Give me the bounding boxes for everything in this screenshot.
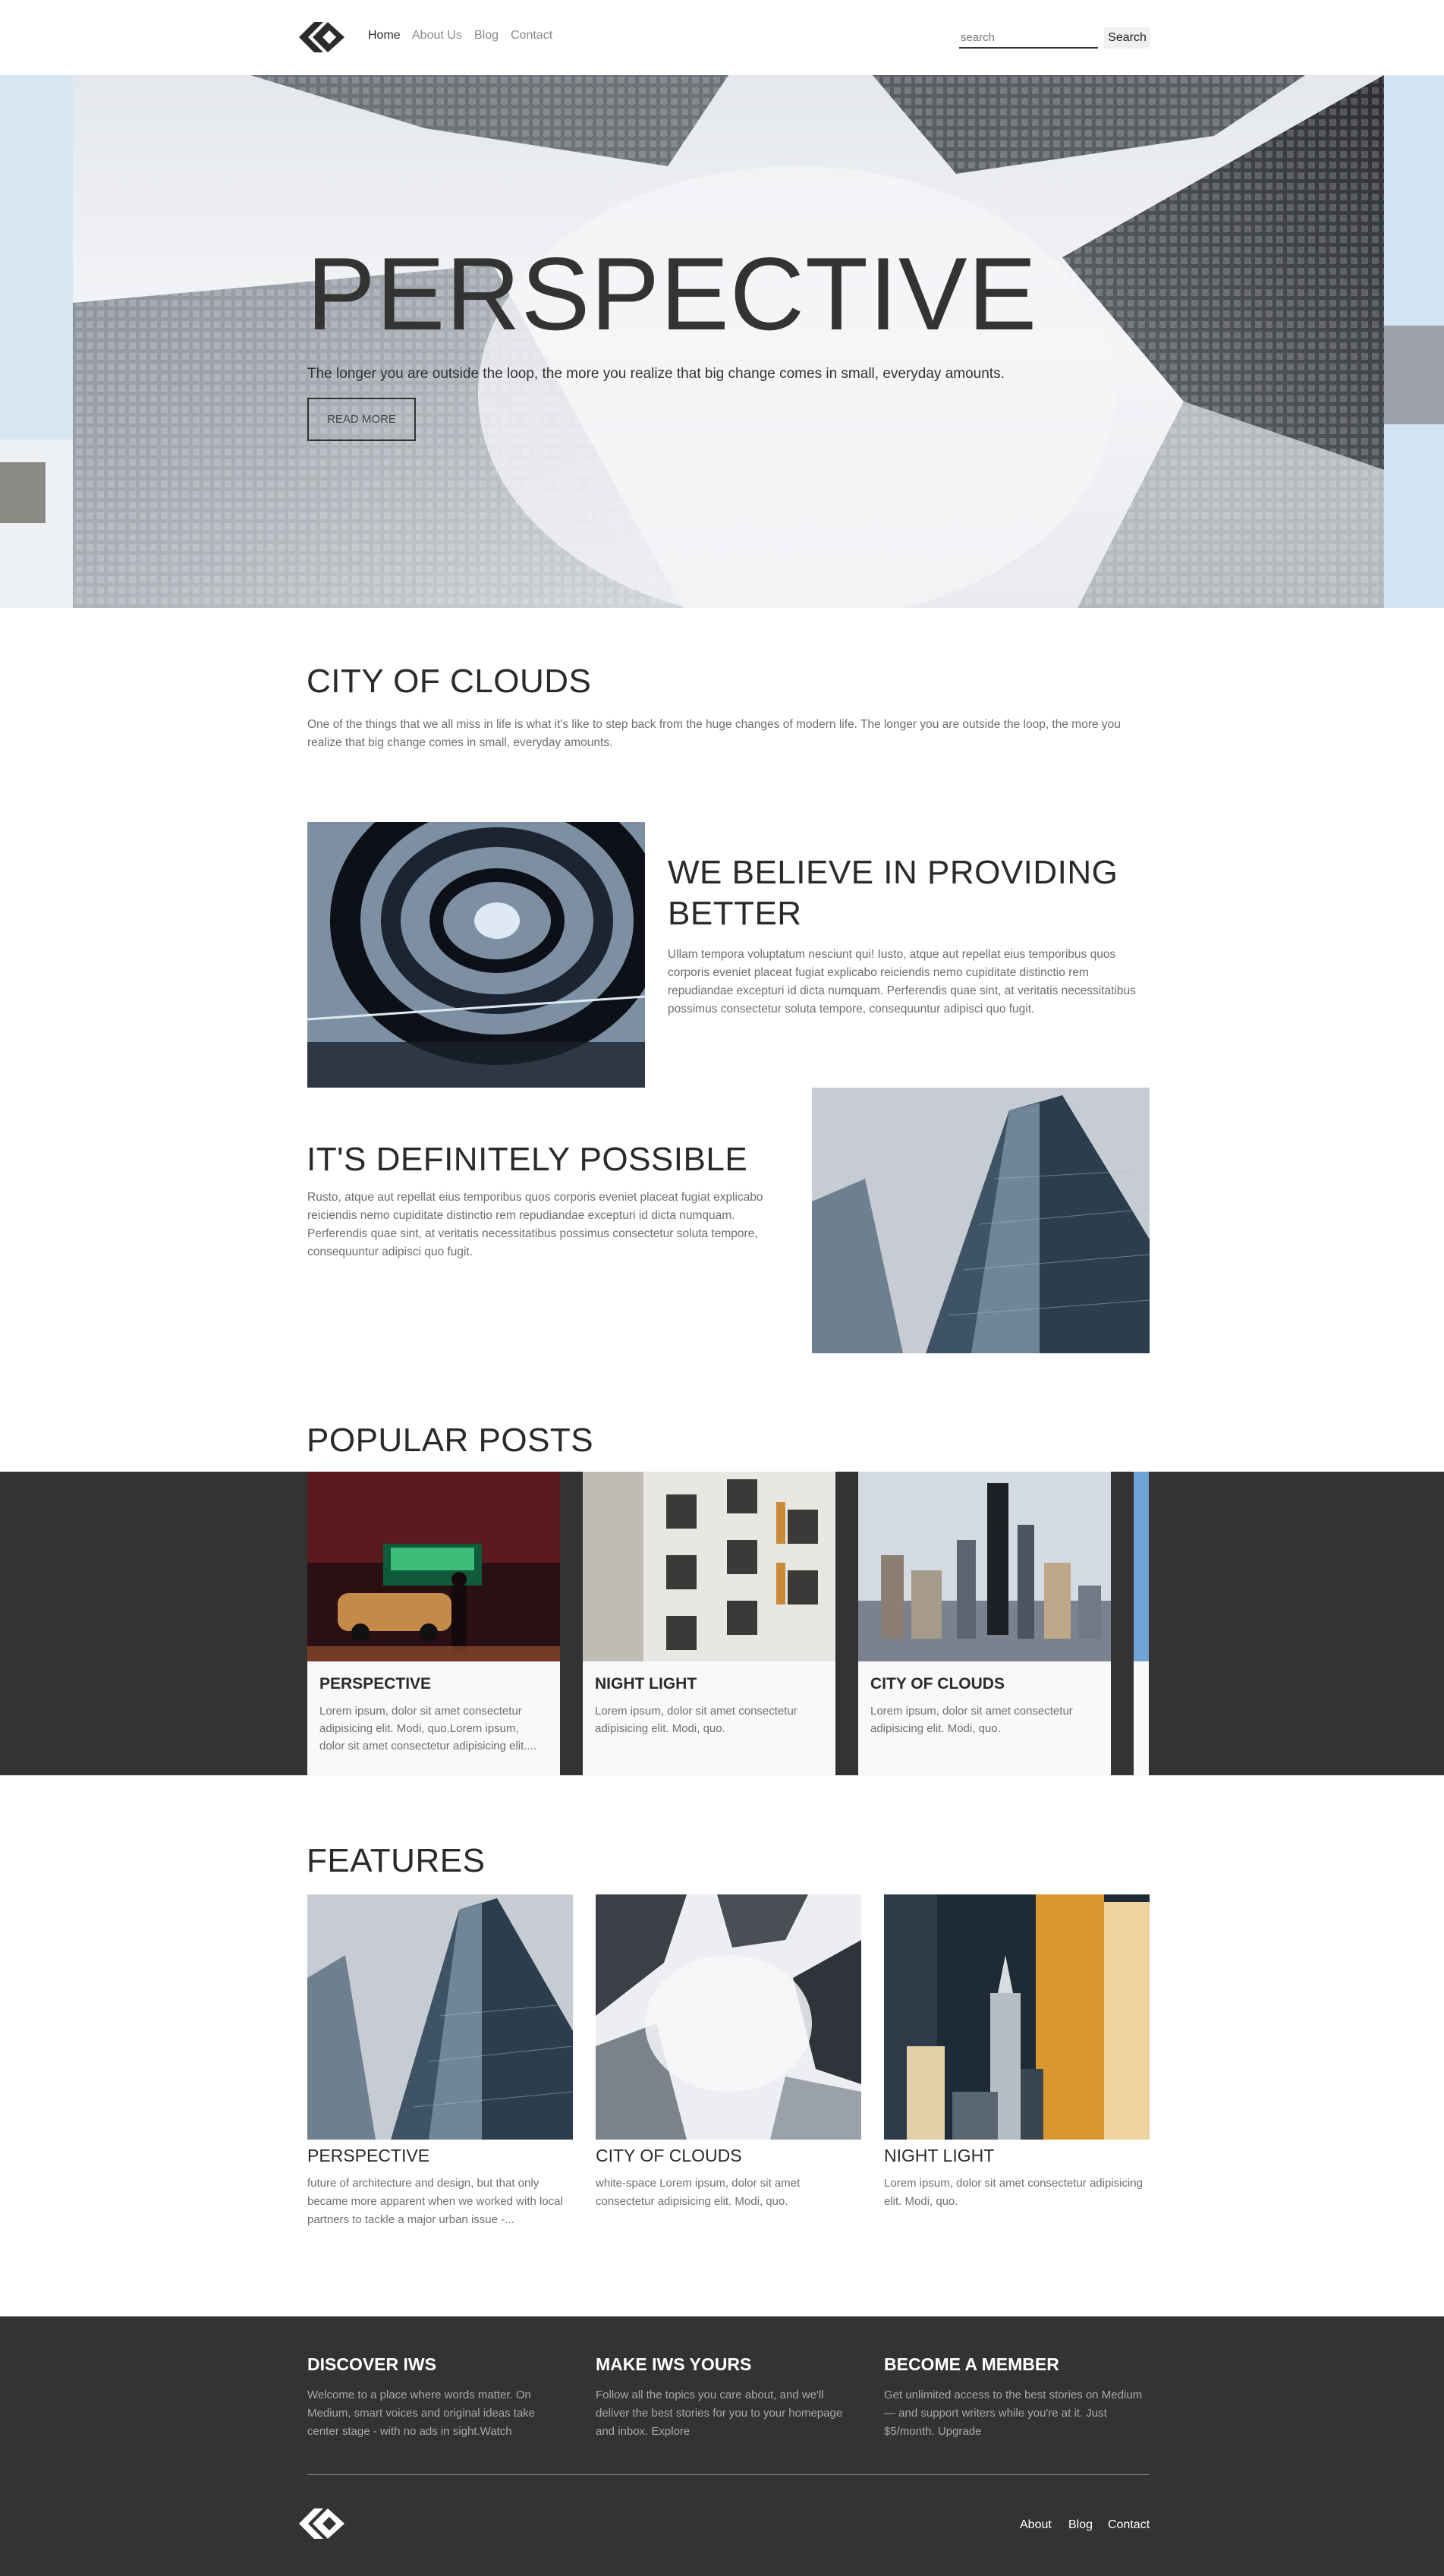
footer-logo-icon[interactable] xyxy=(299,2506,344,2541)
hero-subtitle: The longer you are outside the loop, the… xyxy=(307,366,1005,382)
search-input[interactable] xyxy=(959,27,1098,49)
footer-contact-link[interactable]: Contact xyxy=(1108,2518,1150,2532)
brand-logo-icon[interactable] xyxy=(299,20,344,55)
believe-section-title: WE BELIEVE IN PROVIDING BETTER xyxy=(668,854,1118,932)
partial-post-image xyxy=(1134,1472,1149,1661)
post-card[interactable]: NIGHT LIGHT Lorem ipsum, dolor sit amet … xyxy=(583,1472,835,1775)
night-street-image xyxy=(307,1472,560,1661)
site-footer: DISCOVER IWS Welcome to a place where wo… xyxy=(0,2316,1444,2576)
feature-text: white-space Lorem ipsum, dolor sit amet … xyxy=(596,2177,801,2208)
footer-column-text: Welcome to a place where words matter. O… xyxy=(307,2389,536,2438)
nav-home-link[interactable]: Home xyxy=(368,29,401,43)
spiral-architecture-image xyxy=(307,822,645,1088)
feature-title[interactable]: CITY OF CLOUDS xyxy=(596,2146,742,2166)
post-excerpt: Lorem ipsum, dolor sit amet consectetur … xyxy=(319,1705,536,1752)
post-card[interactable]: PERSPECTIVE Lorem ipsum, dolor sit amet … xyxy=(307,1472,560,1775)
building-balconies-image xyxy=(583,1472,835,1661)
nav-about-link[interactable]: About Us xyxy=(412,29,462,43)
city-section-text: One of the things that we all miss in li… xyxy=(307,718,1121,749)
hero-banner: PERSPECTIVE The longer you are outside t… xyxy=(0,75,1444,608)
footer-column-text: Get unlimited access to the best stories… xyxy=(884,2389,1143,2438)
glass-tower-image xyxy=(812,1088,1150,1353)
city-section-title: CITY OF CLOUDS xyxy=(307,663,592,700)
read-more-button[interactable]: READ MORE xyxy=(307,398,416,441)
footer-divider xyxy=(307,2474,1150,2475)
post-title[interactable]: CITY OF CLOUDS xyxy=(870,1675,1005,1693)
footer-blog-link[interactable]: Blog xyxy=(1068,2518,1093,2532)
post-title[interactable]: NIGHT LIGHT xyxy=(595,1675,697,1693)
post-excerpt: Lorem ipsum, dolor sit amet consectetur … xyxy=(870,1705,1073,1735)
feature-title[interactable]: NIGHT LIGHT xyxy=(884,2146,994,2166)
feature-text: future of architecture and design, but t… xyxy=(307,2177,563,2226)
post-card-partial[interactable] xyxy=(1134,1472,1149,1775)
hero-title: PERSPECTIVE xyxy=(307,236,1038,351)
post-excerpt: Lorem ipsum, dolor sit amet consectetur … xyxy=(595,1705,798,1735)
feature-text: Lorem ipsum, dolor sit amet consectetur … xyxy=(884,2177,1143,2208)
feature-night-city-image[interactable] xyxy=(884,1894,1150,2140)
features-section-title: FEATURES xyxy=(307,1842,486,1879)
possible-section-title: IT'S DEFINITELY POSSIBLE xyxy=(307,1141,748,1178)
feature-glass-tower-image[interactable] xyxy=(307,1894,573,2140)
top-navbar: Home About Us Blog Contact Search xyxy=(0,0,1444,75)
feature-title[interactable]: PERSPECTIVE xyxy=(307,2146,429,2166)
believe-section-text: Ullam tempora voluptatum nesciunt qui! I… xyxy=(668,948,1136,1016)
nav-blog-link[interactable]: Blog xyxy=(474,29,499,43)
footer-about-link[interactable]: About xyxy=(1020,2518,1052,2532)
footer-column-title: BECOME A MEMBER xyxy=(884,2354,1059,2374)
post-card[interactable]: CITY OF CLOUDS Lorem ipsum, dolor sit am… xyxy=(858,1472,1111,1775)
feature-foggy-towers-image[interactable] xyxy=(596,1894,861,2140)
possible-section-text: Rusto, atque aut repellat eius temporibu… xyxy=(307,1191,763,1258)
popular-posts-carousel: PERSPECTIVE Lorem ipsum, dolor sit amet … xyxy=(0,1472,1444,1775)
footer-column-title: DISCOVER IWS xyxy=(307,2354,436,2374)
city-skyline-image xyxy=(858,1472,1111,1661)
nav-contact-link[interactable]: Contact xyxy=(511,29,552,43)
footer-column-title: MAKE IWS YOURS xyxy=(596,2354,752,2374)
footer-column-text: Follow all the topics you care about, an… xyxy=(596,2389,843,2438)
post-title[interactable]: PERSPECTIVE xyxy=(319,1675,431,1693)
search-button[interactable]: Search xyxy=(1104,27,1150,49)
popular-section-title: POPULAR POSTS xyxy=(307,1422,594,1459)
